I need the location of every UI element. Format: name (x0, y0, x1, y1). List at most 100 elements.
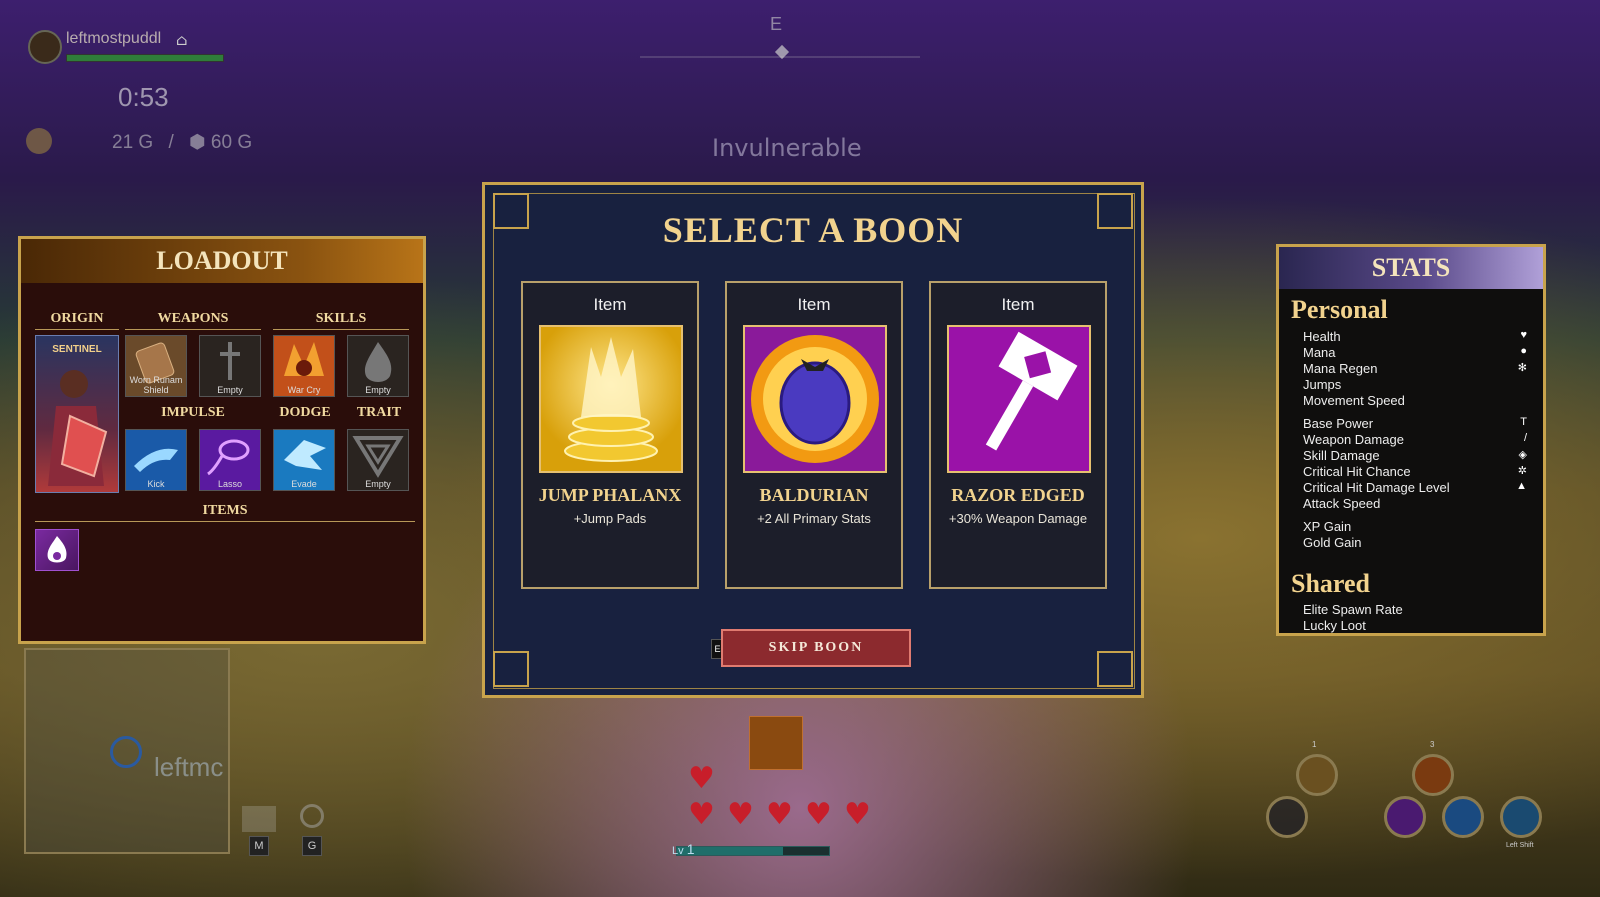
sword-icon (220, 342, 240, 380)
weapon-slot-2[interactable]: Empty (199, 335, 261, 397)
search-key-hint: G (302, 836, 322, 856)
boon-card-desc: +2 All Primary Stats (757, 511, 871, 526)
stat-row: Critical Hit Damage Level ▲ (1303, 480, 1527, 495)
stat-label: Gold Gain (1303, 535, 1362, 550)
boon-card-type: Item (797, 295, 831, 314)
sentinel-portrait-icon (48, 370, 108, 486)
kick-icon (134, 448, 178, 472)
boon-card-2[interactable]: Item BALDURIAN +2 All Primary Stats (725, 281, 903, 589)
boon-card-name: BALDURIAN (759, 485, 869, 505)
fire-target-icon (47, 536, 67, 563)
stat-row: Elite Spawn Rate (1303, 602, 1527, 617)
crit-icon: ✲ (1517, 465, 1527, 477)
boon-card-1[interactable]: Item JUMP PHALANX +Jump Pads (521, 281, 699, 589)
trait-slot[interactable]: Empty (347, 429, 409, 491)
dodge-key-hint: Left Shift (1506, 842, 1534, 849)
boon-card-desc: +30% Weapon Damage (948, 511, 1088, 526)
stat-row: Critical Hit Chance ✲ (1303, 464, 1527, 479)
skill-slot-1[interactable]: War Cry (273, 335, 335, 397)
kick-ability-slot[interactable] (1442, 796, 1484, 838)
player-avatar (28, 30, 62, 64)
stat-label: Base Power (1303, 416, 1374, 431)
origin-card-sentinel[interactable]: SENTINEL (35, 335, 119, 493)
impulse-ability-slot[interactable] (1384, 796, 1426, 838)
stat-label: Jumps (1303, 377, 1342, 392)
dodge-slot-label: Evade (291, 479, 317, 489)
dodge-slot[interactable]: Evade (273, 429, 335, 491)
map-key-hint: M (249, 836, 269, 856)
dodge-heading: DODGE (279, 405, 331, 420)
snowflake-icon: ✻ (1517, 362, 1527, 374)
evade-icon (284, 440, 326, 470)
heart-icon: ♥ (688, 761, 715, 796)
weapon-slot-1[interactable]: Worn Runam Shield (125, 335, 187, 397)
heart-icon: ♥ (727, 797, 754, 832)
boon-card-type: Item (593, 295, 627, 314)
impulse-slot-2-label: Lasso (217, 479, 243, 489)
stat-row: XP Gain (1303, 519, 1527, 534)
hammer-icon (947, 325, 1091, 473)
gold-separator: / (168, 132, 174, 153)
skill-slot-2-label: Empty (365, 385, 391, 395)
stat-row: Jumps (1303, 377, 1527, 392)
stat-label: Mana (1303, 345, 1336, 360)
stat-row: Movement Speed (1303, 393, 1527, 408)
skill-slot-1-label: War Cry (287, 385, 321, 395)
gold-amount: 21 G (112, 132, 154, 153)
gold-counter: 21 G / ⬢ 60 G (112, 131, 252, 154)
heart-icon: ♥ (688, 797, 715, 832)
trait-icon (352, 436, 404, 478)
heart-icon: ♥ (766, 797, 793, 832)
compass-heading: E (770, 14, 783, 34)
stat-label: Lucky Loot (1303, 618, 1366, 633)
stats-title: STATS (1279, 247, 1543, 289)
sword-small-icon: / (1523, 432, 1527, 444)
stat-label: Weapon Damage (1303, 432, 1404, 447)
ability-slot-3[interactable] (1412, 754, 1454, 796)
boon-card-3[interactable]: Item RAZOR EDGED +30% Weapon Damage (929, 281, 1107, 589)
boon-card-desc: +Jump Pads (573, 511, 647, 526)
status-text: Invulnerable (712, 134, 862, 162)
skip-boon-button[interactable]: SKIP BOON (721, 629, 911, 667)
skill-slot-2[interactable]: Empty (347, 335, 409, 397)
jump-pad-icon (539, 325, 683, 473)
level-value: 1 (686, 841, 695, 857)
stat-label: Health (1303, 329, 1341, 344)
hammer-small-icon: T (1520, 416, 1527, 428)
trait-heading: TRAIT (356, 405, 402, 420)
ability-slot-1[interactable] (1296, 754, 1338, 796)
gold-coins-icon (26, 128, 52, 154)
impulse-slot-1[interactable]: Kick (125, 429, 187, 491)
minimap-player-label: leftmc (154, 752, 224, 782)
stat-row: Lucky Loot (1303, 618, 1527, 633)
boss-portrait-icon (749, 716, 803, 770)
dodge-ability-slot[interactable] (1500, 796, 1542, 838)
impulse-slot-2[interactable]: Lasso (199, 429, 261, 491)
loadout-panel: LOADOUT ORIGIN WEAPONS SKILLS SENTINEL W… (18, 236, 426, 644)
boon-selection-modal: SELECT A BOON Item JUMP PHALANX +Jump Pa… (482, 182, 1144, 698)
boon-card-name: JUMP PHALANX (538, 485, 682, 505)
loadout-title: LOADOUT (21, 239, 423, 283)
boon-card-type: Item (1001, 295, 1035, 314)
ability-slot-1-key: 1 (1312, 740, 1317, 749)
weapon-ability-slot[interactable] (1266, 796, 1308, 838)
stat-label: Skill Damage (1303, 448, 1380, 463)
dice-icon: ⬢ (189, 132, 206, 153)
map-scroll-icon[interactable] (242, 806, 276, 832)
boon-card-name: RAZOR EDGED (951, 485, 1085, 505)
berry-art (751, 335, 879, 463)
corner-ornament-icon (493, 651, 529, 687)
shared-heading: Shared (1291, 569, 1370, 598)
arrow-up-icon: ▲ (1516, 480, 1527, 492)
lasso-icon (207, 439, 250, 476)
mana-drop-icon: ● (1520, 345, 1527, 357)
level-indicator: Lv 1 (672, 841, 694, 857)
magnifier-icon[interactable] (300, 804, 324, 828)
skills-heading: SKILLS (273, 311, 409, 330)
weapon-slot-2-label: Empty (217, 385, 243, 395)
item-slot-1[interactable] (35, 529, 79, 571)
stat-row: Skill Damage ◈ (1303, 448, 1527, 463)
stat-label: Movement Speed (1303, 393, 1405, 408)
stat-row: Health ♥ (1303, 329, 1527, 344)
war-cry-icon (284, 342, 324, 376)
